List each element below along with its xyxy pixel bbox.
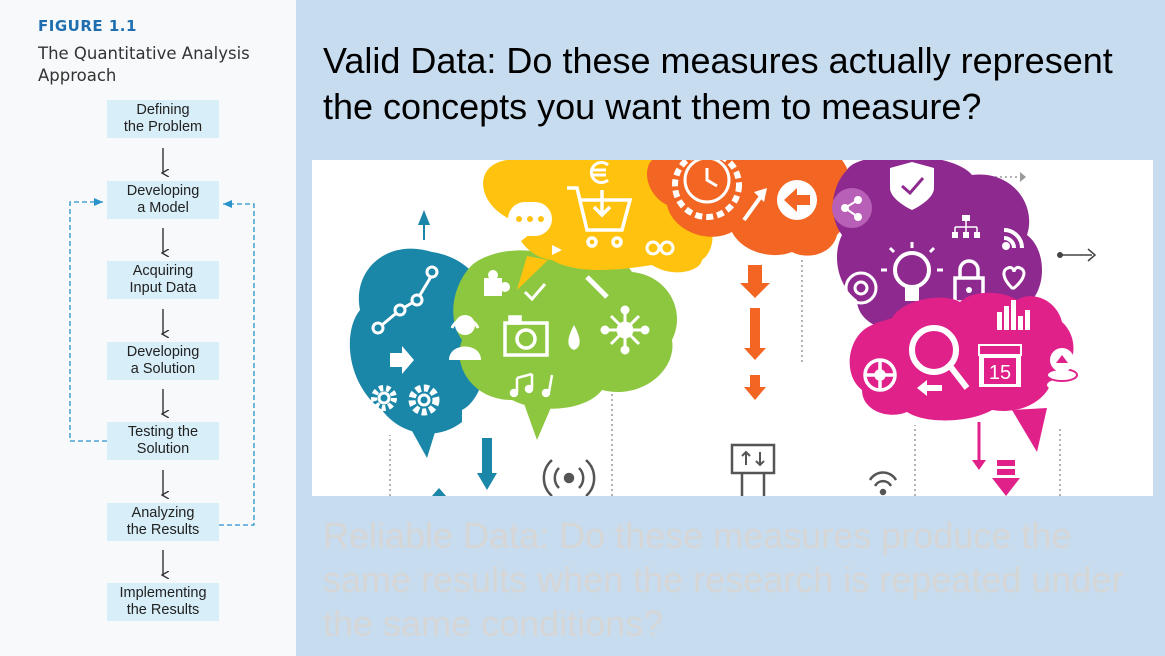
data-infographic: 15 bbox=[312, 160, 1153, 496]
broadcast-icon bbox=[542, 459, 596, 496]
dotted-arrowhead bbox=[1020, 172, 1026, 182]
flow-step-testing-solution: Testing the Solution bbox=[107, 422, 219, 460]
green-cloud bbox=[449, 250, 678, 440]
valid-data-heading: Valid Data: Do these measures actually r… bbox=[323, 40, 1113, 127]
network-share-icon bbox=[832, 188, 872, 228]
calendar-day: 15 bbox=[989, 362, 1011, 384]
flow-step-developing-model: Developing a Model bbox=[107, 181, 219, 219]
slide-stage: FIGURE 1.1 The Quantitative Analysis App… bbox=[0, 0, 1165, 656]
flow-step-analyzing-results: Analyzing the Results bbox=[107, 503, 219, 541]
flow-step-acquiring-data: Acquiring Input Data bbox=[107, 261, 219, 299]
infographic-art: 15 bbox=[349, 160, 1097, 496]
back-arrow-icon bbox=[777, 180, 817, 220]
feedback-right bbox=[219, 200, 255, 526]
reliable-data-text: Reliable Data: Do these measures produce… bbox=[323, 515, 1124, 644]
transfer-box-icon bbox=[730, 443, 776, 496]
dharma-wheel-icon bbox=[863, 358, 897, 392]
figure-panel: FIGURE 1.1 The Quantitative Analysis App… bbox=[0, 0, 297, 656]
flow-step-implementing-results: Implementing the Results bbox=[107, 583, 219, 621]
feedback-left bbox=[69, 198, 107, 442]
calendar-icon: 15 bbox=[978, 344, 1022, 387]
small-wifi-icon bbox=[868, 471, 898, 496]
flowchart-connectors bbox=[69, 148, 255, 656]
flow-step-defining-problem: Defining the Problem bbox=[107, 100, 219, 138]
flow-step-developing-solution: Developing a Solution bbox=[107, 342, 219, 380]
